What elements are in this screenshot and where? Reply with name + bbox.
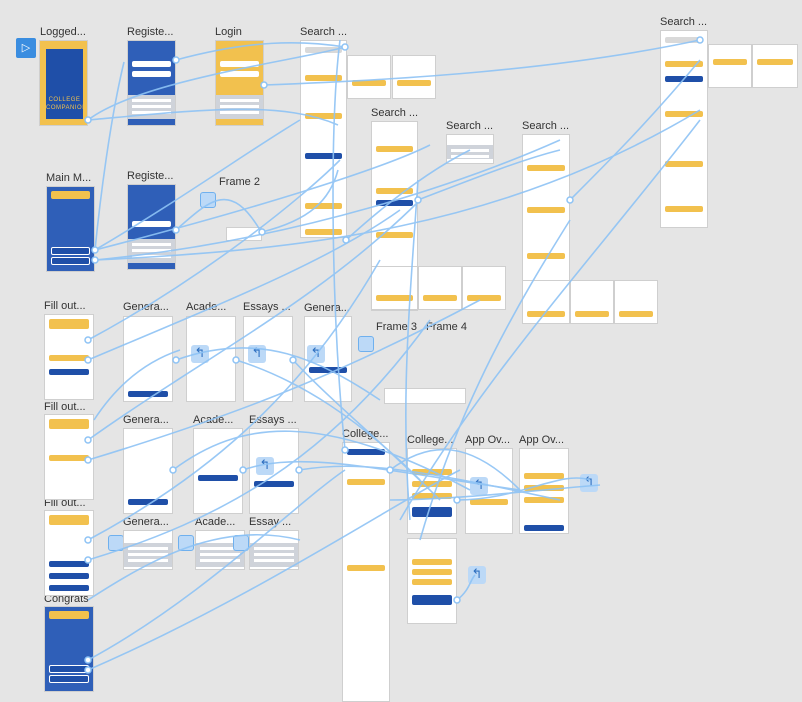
brand-line-2: COMPANION (46, 105, 88, 111)
frame-title-register[interactable]: Registe... (127, 26, 173, 38)
frame-app-overview-2[interactable] (519, 448, 569, 534)
frame-title-general-1[interactable]: Genera... (123, 301, 169, 313)
frame-logged[interactable]: COLLEGE COMPANION (39, 40, 88, 126)
frame-title-main-menu[interactable]: Main M... (46, 172, 91, 184)
frame-title-essays-1[interactable]: Essays ... (243, 301, 291, 313)
frame-title-search-5[interactable]: Search ... (522, 120, 569, 132)
back-arrow-icon[interactable]: ↰ (470, 477, 488, 495)
frame-search-5-card-1[interactable] (522, 280, 570, 324)
back-arrow-icon[interactable]: ↰ (307, 345, 325, 363)
frame-general-2[interactable] (123, 428, 173, 514)
back-arrow-icon[interactable]: ↰ (191, 345, 209, 363)
frame-search-2-card-1[interactable] (708, 44, 752, 88)
frame-search-5-card-3[interactable] (614, 280, 658, 324)
frame-title-search-2[interactable]: Search ... (660, 16, 707, 28)
frame-search-3-card-3[interactable] (462, 266, 506, 310)
frame-title-general-2[interactable]: Genera... (123, 414, 169, 426)
frame-main-menu[interactable] (46, 186, 95, 272)
device-frame-icon[interactable] (108, 535, 124, 551)
frame-search-5-card-2[interactable] (570, 280, 614, 324)
frame-general-3[interactable] (123, 530, 173, 570)
back-arrow-icon[interactable]: ↰ (256, 457, 274, 475)
frame-general-1b[interactable]: ↰ (304, 316, 352, 402)
frame-3-4-strip[interactable] (384, 388, 466, 404)
frame-title-frame-4[interactable]: Frame 4 (426, 321, 467, 333)
frame-register-2[interactable] (127, 184, 176, 270)
frame-title-college-2[interactable]: College... (407, 434, 453, 446)
back-arrow-icon[interactable]: ↰ (468, 566, 486, 584)
frame-title-frame-3[interactable]: Frame 3 (376, 321, 417, 333)
frame-essays-2[interactable]: ↰ (249, 428, 299, 514)
frame-title-search-4[interactable]: Search ... (446, 120, 493, 132)
back-arrow-icon[interactable]: ↰ (248, 345, 266, 363)
frame-login[interactable] (215, 40, 264, 126)
frame-app-overview-1[interactable]: ↰ (465, 448, 513, 534)
frame-title-essays-2[interactable]: Essays ... (249, 414, 297, 426)
device-frame-icon[interactable] (233, 535, 249, 551)
frame-congrats[interactable] (44, 606, 94, 692)
frame-academic-2[interactable] (193, 428, 243, 514)
frame-fill-out-1[interactable] (44, 314, 94, 400)
frame-title-login[interactable]: Login (215, 26, 242, 38)
frame-title-logged[interactable]: Logged... (40, 26, 86, 38)
frame-title-academic-1[interactable]: Acade... (186, 301, 226, 313)
frame-title-essay-3[interactable]: Essay ... (249, 516, 291, 528)
frame-title-app-overview-1[interactable]: App Ov... (465, 434, 510, 446)
frame-search-4[interactable] (446, 134, 494, 164)
frame-search-3-card-2[interactable] (418, 266, 462, 310)
frame-search-card-2[interactable] (392, 55, 436, 99)
device-frame-icon[interactable] (178, 535, 194, 551)
frame-title-frame-2[interactable]: Frame 2 (219, 176, 260, 188)
frame-essay-3[interactable] (249, 530, 299, 570)
frame-title-app-overview-2[interactable]: App Ov... (519, 434, 564, 446)
frame-search-card-1[interactable] (347, 55, 391, 99)
frame-title-college-1[interactable]: College... (342, 428, 388, 440)
frame-2[interactable] (226, 227, 262, 241)
frame-title-general-1b[interactable]: Genera... (304, 302, 350, 314)
frame-title-fill-out-1[interactable]: Fill out... (44, 300, 86, 312)
frame-search-1[interactable] (300, 40, 347, 238)
frame-fill-out-3[interactable] (44, 510, 94, 596)
brand-line-1: COLLEGE (48, 97, 81, 103)
frame-title-register-2[interactable]: Registe... (127, 170, 173, 182)
frame-search-2-card-2[interactable] (752, 44, 798, 88)
device-frame-icon[interactable] (200, 192, 216, 208)
frame-college-3[interactable] (407, 538, 457, 624)
frame-title-fill-out-2[interactable]: Fill out... (44, 401, 86, 413)
frame-college-2[interactable] (407, 448, 457, 534)
frame-academic-1[interactable]: ↰ (186, 316, 236, 402)
frame-title-academic-3[interactable]: Acade... (195, 516, 235, 528)
prototype-canvas[interactable]: ▷ Logged... Registe... Login Search ... … (0, 0, 802, 702)
play-icon[interactable]: ▷ (16, 38, 36, 58)
device-frame-icon[interactable] (358, 336, 374, 352)
frame-title-general-3[interactable]: Genera... (123, 516, 169, 528)
frame-title-academic-2[interactable]: Acade... (193, 414, 233, 426)
frame-search-3-card-1[interactable] (371, 266, 418, 310)
frame-search-2[interactable] (660, 30, 708, 228)
frame-title-search-1[interactable]: Search ... (300, 26, 347, 38)
frame-college-1[interactable] (342, 442, 390, 702)
frame-fill-out-2[interactable] (44, 414, 94, 500)
back-arrow-icon[interactable]: ↰ (580, 474, 598, 492)
splash-panel: COLLEGE COMPANION (46, 49, 88, 119)
frame-essays-1[interactable]: ↰ (243, 316, 293, 402)
frame-title-search-3[interactable]: Search ... (371, 107, 418, 119)
frame-general-1[interactable] (123, 316, 173, 402)
frame-register[interactable] (127, 40, 176, 126)
